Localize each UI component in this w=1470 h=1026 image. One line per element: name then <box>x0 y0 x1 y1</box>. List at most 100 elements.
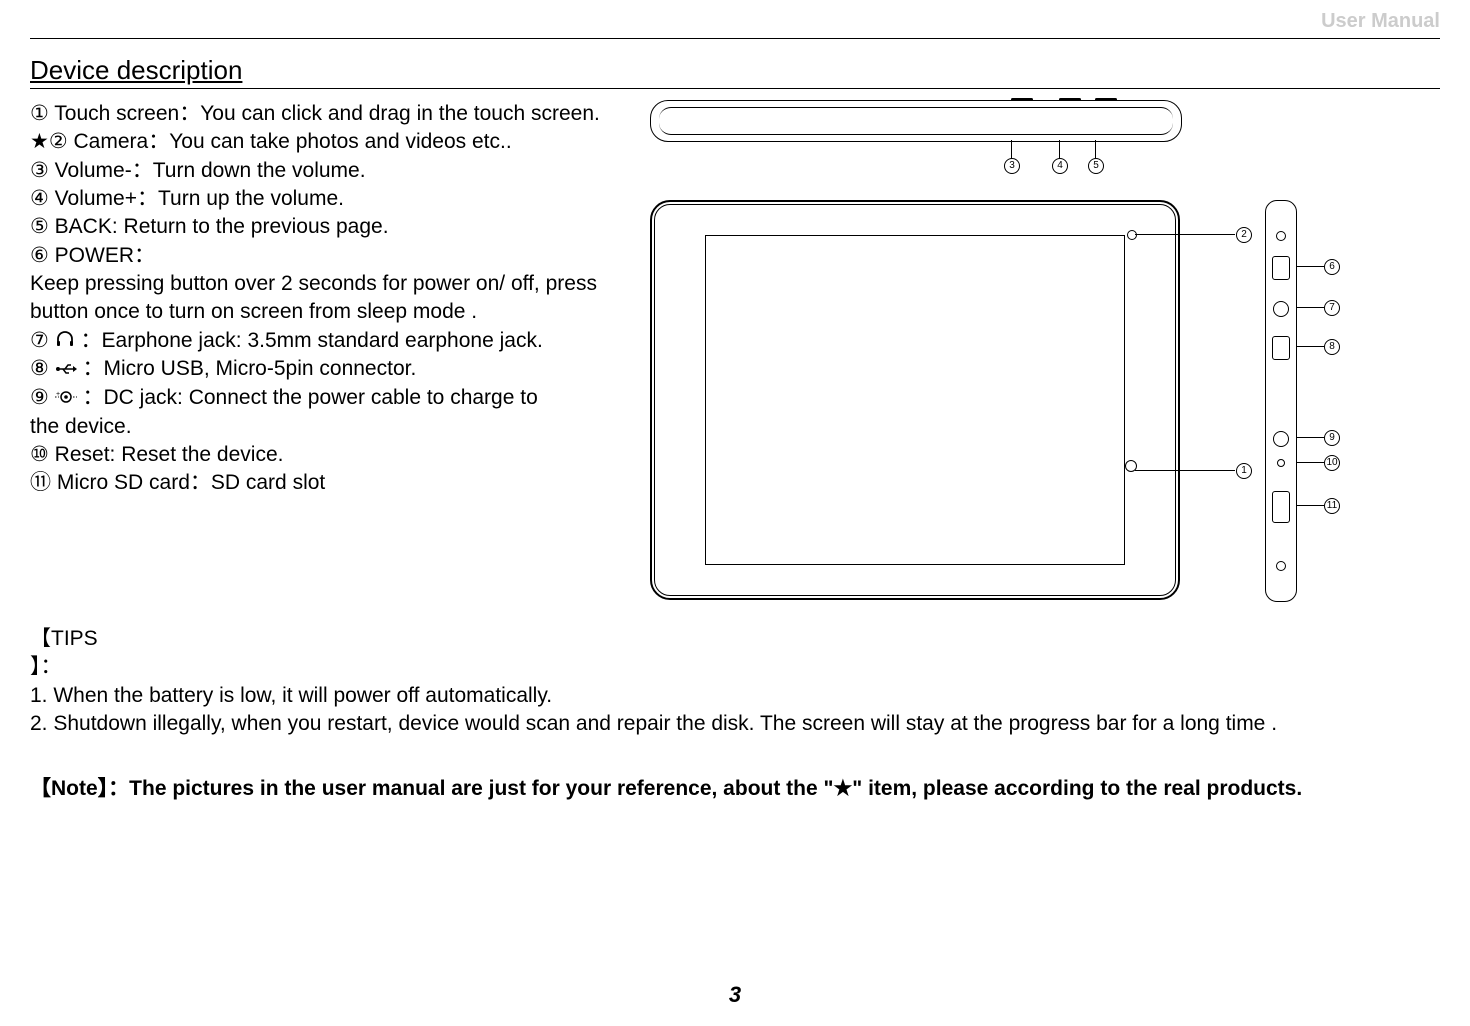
num-8: ⑧ <box>30 357 49 380</box>
touch-screen <box>705 235 1125 565</box>
micro-usb-side <box>1272 336 1290 360</box>
desc-7: 3.5mm standard earphone jack. <box>247 329 542 352</box>
device-side-view <box>1265 200 1297 602</box>
power-button-side <box>1272 256 1290 280</box>
leader-6 <box>1296 266 1324 267</box>
leader-5 <box>1095 140 1096 160</box>
num-6: ⑥ <box>30 244 49 267</box>
callout-10: 10 <box>1324 455 1340 471</box>
note-label: 【Note】： <box>30 777 129 800</box>
callout-2: 2 <box>1236 227 1252 243</box>
callout-4: 4 <box>1052 158 1068 174</box>
leader-11 <box>1296 505 1324 506</box>
item-4: ④ Volume+：Turn up the volume. <box>30 185 630 213</box>
device-front-view <box>650 200 1180 600</box>
screw-bottom <box>1276 561 1286 571</box>
label-6: POWER： <box>55 244 155 267</box>
desc-4: Turn up the volume. <box>158 187 344 210</box>
desc-2: You can take photos and videos etc.. <box>169 130 511 153</box>
label-10: Reset: <box>55 443 122 466</box>
leader-4 <box>1059 140 1060 160</box>
sd-slot-side <box>1272 491 1290 523</box>
callout-3: 3 <box>1004 158 1020 174</box>
dc-jack-icon: + <box>55 384 77 412</box>
item-5: ⑤ BACK: Return to the previous page. <box>30 213 630 241</box>
vol-down-button <box>1011 98 1033 101</box>
svg-text:+: + <box>56 391 60 398</box>
item-3: ③ Volume-：Turn down the volume. <box>30 157 630 185</box>
device-top-inner <box>659 107 1173 135</box>
desc-10: Reset the device. <box>121 443 283 466</box>
headphone-icon <box>55 327 75 355</box>
leader-1 <box>1135 470 1235 471</box>
desc-11: SD card slot <box>211 471 325 494</box>
label-7: ：Earphone jack: <box>81 329 248 352</box>
item-6: ⑥ POWER： <box>30 242 630 270</box>
description-list: ① Touch screen：You can click and drag in… <box>30 100 630 498</box>
num-10: ⑩ <box>30 443 49 466</box>
tips-label: 【TIPS 】： <box>30 625 125 682</box>
header-label: User Manual <box>1321 10 1440 33</box>
label-11: Micro SD card： <box>57 471 211 494</box>
callout-9: 9 <box>1324 430 1340 446</box>
item-1: ① Touch screen：You can click and drag in… <box>30 100 630 128</box>
num-11: ⑪ <box>30 471 51 494</box>
label-9: ：DC jack: <box>83 386 189 409</box>
camera-lens <box>1127 230 1137 240</box>
leader-7 <box>1296 307 1324 308</box>
earphone-jack-side <box>1273 301 1289 317</box>
num-2: ② <box>49 130 68 153</box>
tips-block: 【TIPS 】： 1. When the battery is low, it … <box>30 625 1440 738</box>
star-2: ★ <box>30 130 49 153</box>
item-9-cont: the device. <box>30 413 630 441</box>
num-5: ⑤ <box>30 215 49 238</box>
desc-1: You can click and drag in the touch scre… <box>200 102 600 125</box>
callout-5: 5 <box>1088 158 1104 174</box>
tips-line-2: 2. Shutdown illegally, when you restart,… <box>30 712 1277 735</box>
usb-icon <box>55 356 77 384</box>
num-9: ⑨ <box>30 386 49 409</box>
vol-up-button <box>1059 98 1081 101</box>
note-text: The pictures in the user manual are just… <box>129 777 1302 800</box>
leader-3 <box>1011 140 1012 160</box>
item-2: ★② Camera：You can take photos and videos… <box>30 128 630 156</box>
section-title: Device description <box>30 55 1440 89</box>
num-1: ① <box>30 102 49 125</box>
device-top-view <box>650 100 1182 142</box>
callout-6: 6 <box>1324 259 1340 275</box>
tips-line-1: 1. When the battery is low, it will powe… <box>30 684 552 707</box>
label-3: Volume-： <box>55 159 153 182</box>
reset-hole-side <box>1277 459 1285 467</box>
item-10: ⑩ Reset: Reset the device. <box>30 441 630 469</box>
top-rule <box>30 38 1440 39</box>
screw-top <box>1276 231 1286 241</box>
item-8: ⑧ ：Micro USB, Micro-5pin connector. <box>30 355 630 384</box>
device-diagram: 3 4 5 2 1 6 7 8 9 10 11 <box>640 100 1320 620</box>
item-9: ⑨ + ：DC jack: Connect the power cable to… <box>30 384 630 413</box>
leader-10 <box>1296 462 1324 463</box>
desc-3: Turn down the volume. <box>153 159 366 182</box>
leader-2 <box>1135 234 1235 235</box>
page-number: 3 <box>0 982 1470 1008</box>
label-8: ：Micro USB, <box>83 357 216 380</box>
dc-jack-side <box>1273 431 1289 447</box>
desc-8: Micro-5pin connector. <box>216 357 417 380</box>
desc-5: Return to the previous page. <box>124 215 389 238</box>
item-6-desc: Keep pressing button over 2 seconds for … <box>30 270 630 327</box>
tips-body: 1. When the battery is low, it will powe… <box>30 682 1340 739</box>
note-block: 【Note】：The pictures in the user manual a… <box>30 775 1440 803</box>
label-1: Touch screen： <box>54 102 200 125</box>
label-2: Camera： <box>74 130 170 153</box>
label-5: BACK: <box>55 215 124 238</box>
callout-1: 1 <box>1236 463 1252 479</box>
num-7: ⑦ <box>30 329 49 352</box>
section-title-text: Device description <box>30 55 242 85</box>
num-3: ③ <box>30 159 49 182</box>
label-4: Volume+： <box>55 187 158 210</box>
back-button <box>1095 98 1117 101</box>
leader-8 <box>1296 346 1324 347</box>
callout-11: 11 <box>1324 498 1340 514</box>
callout-7: 7 <box>1324 300 1340 316</box>
num-4: ④ <box>30 187 49 210</box>
callout-8: 8 <box>1324 339 1340 355</box>
